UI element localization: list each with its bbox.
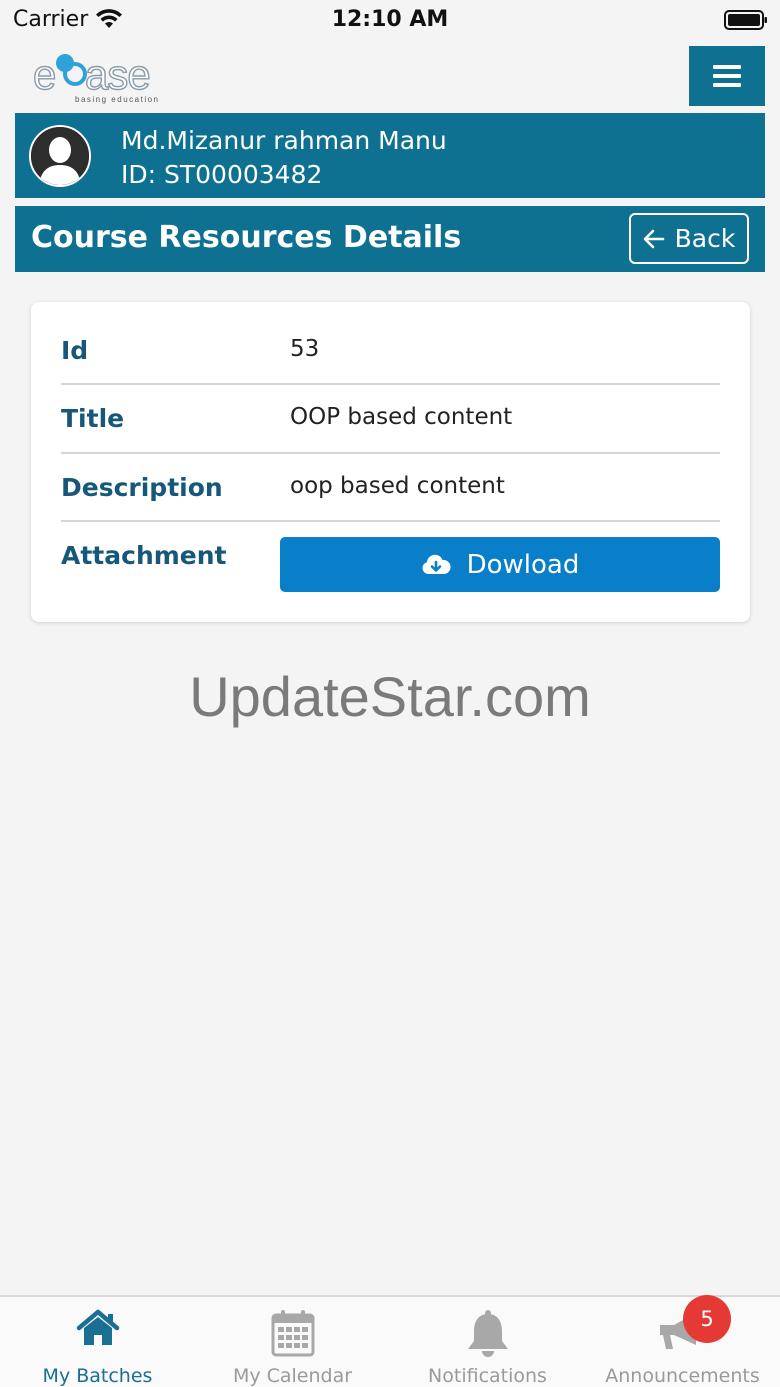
- svg-text:ase: ase: [85, 51, 150, 98]
- page-title: Course Resources Details: [31, 220, 462, 255]
- detail-label: Title: [61, 404, 125, 433]
- download-label: Dowload: [466, 549, 580, 580]
- tab-label: Announcements: [605, 1365, 760, 1387]
- tab-label: My Calendar: [232, 1365, 353, 1387]
- home-icon: [76, 1309, 119, 1345]
- download-button[interactable]: Dowload: [280, 537, 720, 592]
- detail-label: Description: [61, 473, 223, 502]
- divider: [61, 520, 720, 522]
- user-silhouette-icon: [31, 127, 89, 185]
- detail-value: 53: [290, 336, 320, 362]
- clock: 12:10 AM: [331, 7, 449, 32]
- tab-announcements[interactable]: Announcements: [585, 1297, 780, 1387]
- calendar-icon: [271, 1310, 314, 1357]
- status-bar: Carrier 12:10 AM: [0, 0, 780, 40]
- tab-notifications[interactable]: Notifications: [390, 1297, 585, 1387]
- divider: [61, 452, 720, 454]
- detail-label: Id: [61, 336, 89, 365]
- svg-text:e: e: [33, 51, 55, 98]
- announcements-badge: 5: [683, 1295, 731, 1343]
- back-button[interactable]: Back: [629, 213, 749, 264]
- tab-my-batches[interactable]: My Batches: [0, 1297, 195, 1387]
- resource-details-card: Id 53 Title OOP based content Descriptio…: [31, 302, 750, 622]
- back-label: Back: [674, 224, 736, 253]
- divider: [61, 383, 720, 385]
- title-bar: Course Resources Details Back: [15, 206, 765, 272]
- tab-label: My Batches: [42, 1365, 153, 1387]
- menu-button[interactable]: [689, 46, 765, 106]
- profile-bar: Md.Mizanur rahman Manu ID: ST00003482: [15, 113, 765, 198]
- bell-icon: [467, 1310, 508, 1357]
- logo-tagline: basing education: [75, 95, 160, 104]
- edbase-logo: e ase basing education: [32, 49, 183, 107]
- hamburger-menu-icon: [713, 65, 741, 87]
- detail-value: OOP based content: [290, 404, 513, 430]
- detail-label: Attachment: [61, 541, 227, 570]
- arrow-left-icon: [643, 229, 664, 248]
- tab-my-calendar[interactable]: My Calendar: [195, 1297, 390, 1387]
- avatar: [29, 125, 91, 187]
- tab-label: Notifications: [428, 1365, 547, 1387]
- student-id: ID: ST00003482: [121, 160, 323, 189]
- watermark: UpdateStar.com: [189, 665, 591, 728]
- bottom-tab-bar: My Batches My Calendar Notifications Ann…: [0, 1295, 780, 1387]
- cloud-download-icon: [422, 554, 451, 574]
- detail-value: oop based content: [290, 473, 505, 499]
- student-name: Md.Mizanur rahman Manu: [121, 126, 447, 155]
- battery-icon: [724, 10, 767, 30]
